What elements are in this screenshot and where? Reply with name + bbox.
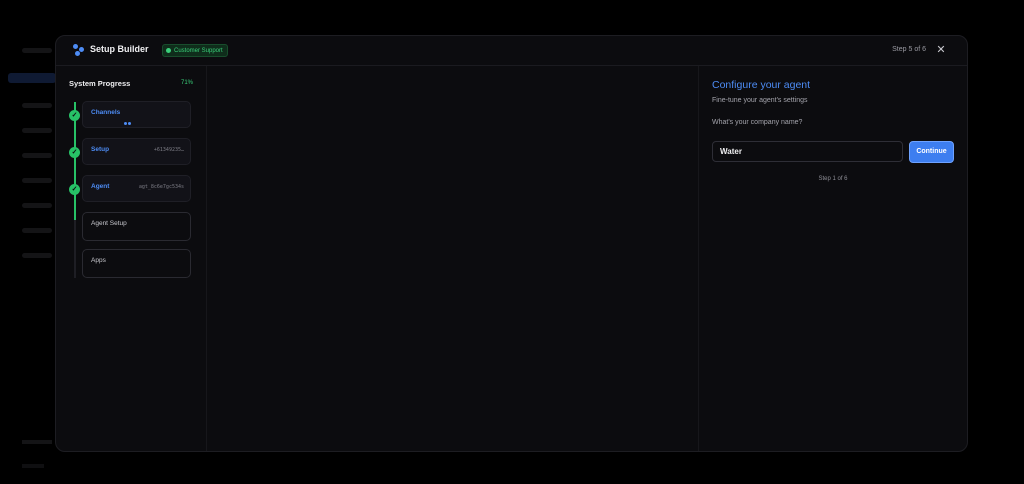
customer-support-badge: Customer Support bbox=[162, 44, 228, 57]
badge-label: Customer Support bbox=[174, 47, 223, 54]
step-label: Setup bbox=[91, 146, 110, 153]
step-card-channels[interactable]: Channels bbox=[82, 101, 191, 128]
progress-panel: System Progress 71% ✓ Channels ✓ Setup +… bbox=[56, 66, 207, 451]
step-indicator: Step 5 of 6 bbox=[892, 46, 926, 53]
status-dot-icon bbox=[166, 48, 171, 53]
company-name-question: What's your company name? bbox=[712, 119, 803, 126]
check-icon: ✓ bbox=[69, 184, 80, 195]
modal-header: Setup Builder Customer Support Step 5 of… bbox=[56, 36, 967, 66]
progress-title: System Progress bbox=[69, 79, 131, 88]
check-icon: ✓ bbox=[69, 147, 80, 158]
typing-dots-icon bbox=[124, 112, 132, 130]
step-card-agent-setup[interactable]: Agent Setup bbox=[82, 212, 191, 241]
step-meta: +61349235… bbox=[153, 147, 184, 153]
step-label: Channels bbox=[91, 109, 121, 116]
nodes-icon bbox=[73, 44, 85, 56]
step-label: Apps bbox=[91, 257, 106, 264]
step-label: Agent bbox=[91, 183, 110, 190]
close-icon[interactable]: ✕ bbox=[934, 43, 948, 57]
background-sidebar bbox=[8, 48, 58, 278]
step-card-agent[interactable]: Agent agt_8c6e7gc534s bbox=[82, 175, 191, 202]
configure-panel: Configure your agent Fine-tune your agen… bbox=[699, 66, 967, 451]
background-footer-item bbox=[22, 464, 44, 468]
setup-builder-modal: Setup Builder Customer Support Step 5 of… bbox=[55, 35, 968, 452]
modal-title: Setup Builder bbox=[90, 44, 149, 54]
company-name-input[interactable] bbox=[712, 141, 903, 162]
configure-subtitle: Fine-tune your agent's settings bbox=[712, 97, 808, 104]
background-footer-item bbox=[22, 440, 52, 444]
question-step-count: Step 1 of 6 bbox=[818, 176, 848, 182]
progress-percent: 71% bbox=[180, 80, 193, 86]
step-card-setup[interactable]: Setup +61349235… bbox=[82, 138, 191, 165]
step-label: Agent Setup bbox=[91, 220, 127, 227]
configure-title: Configure your agent bbox=[712, 79, 811, 91]
step-card-apps[interactable]: Apps bbox=[82, 249, 191, 278]
preview-panel bbox=[207, 66, 699, 451]
step-meta: agt_8c6e7gc534s bbox=[138, 184, 184, 190]
check-icon: ✓ bbox=[69, 110, 80, 121]
continue-button[interactable]: Continue bbox=[909, 141, 954, 163]
